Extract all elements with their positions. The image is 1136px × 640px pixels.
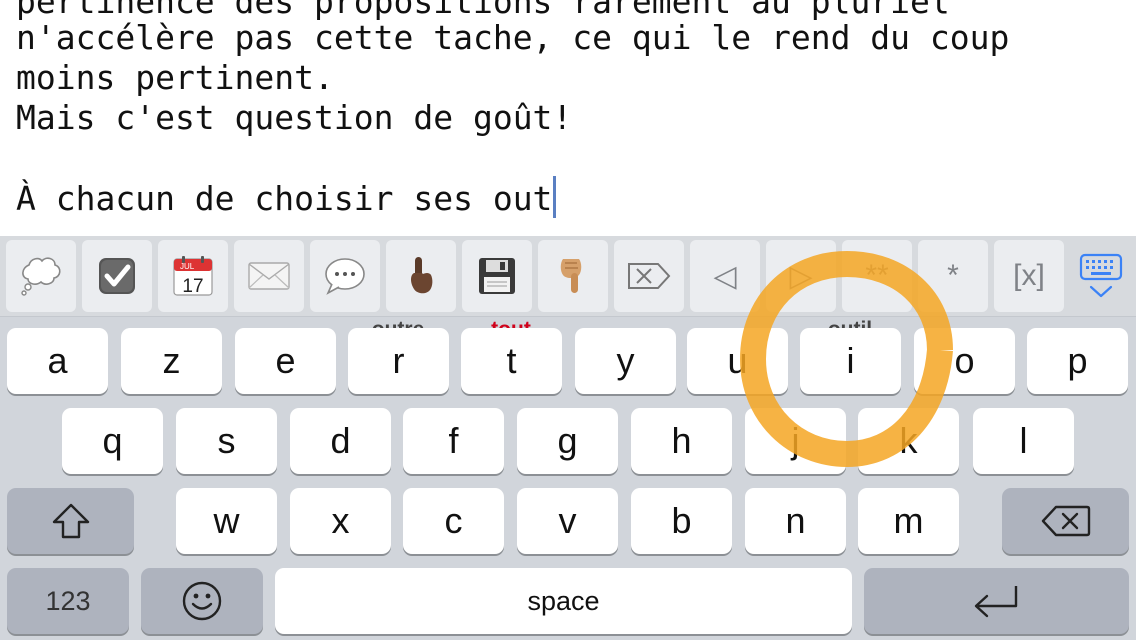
- key-u[interactable]: u: [687, 328, 788, 394]
- key-d[interactable]: d: [290, 408, 391, 474]
- key-x[interactable]: x: [290, 488, 391, 554]
- triangle-left-glyph: ◁: [713, 259, 737, 293]
- space-key[interactable]: space: [275, 568, 852, 634]
- editor-current-line: À chacun de choisir ses out: [16, 176, 557, 219]
- hand-down-icon[interactable]: [538, 240, 608, 312]
- envelope-icon[interactable]: [234, 240, 304, 312]
- key-n[interactable]: n: [745, 488, 846, 554]
- key-o[interactable]: o: [914, 328, 1015, 394]
- key-i[interactable]: i: [800, 328, 901, 394]
- italic-markup-label: *: [947, 259, 959, 292]
- backspace-key[interactable]: [1002, 488, 1129, 554]
- svg-text:JUL: JUL: [180, 262, 195, 271]
- key-m[interactable]: m: [858, 488, 959, 554]
- text-caret: [553, 176, 557, 218]
- key-b[interactable]: b: [631, 488, 732, 554]
- bold-markup-button[interactable]: **: [842, 240, 912, 312]
- key-j[interactable]: j: [745, 408, 846, 474]
- keyboard-toolbar: JUL 17 ◁ ▷ ** * [x]: [0, 236, 1136, 317]
- speech-bubble-icon[interactable]: [310, 240, 380, 312]
- key-g[interactable]: g: [517, 408, 618, 474]
- emoji-smiley-icon: [182, 581, 222, 621]
- delete-forward-icon[interactable]: [614, 240, 684, 312]
- key-h[interactable]: h: [631, 408, 732, 474]
- editor-line: Mais c'est question de goût!: [16, 98, 573, 137]
- triangle-left-icon[interactable]: ◁: [690, 240, 760, 312]
- hand-pointer-icon[interactable]: [386, 240, 456, 312]
- shift-key[interactable]: [7, 488, 134, 554]
- link-markup-label: [x]: [1013, 259, 1045, 292]
- key-y[interactable]: y: [575, 328, 676, 394]
- return-key[interactable]: [864, 568, 1129, 634]
- key-q[interactable]: q: [62, 408, 163, 474]
- key-e[interactable]: e: [235, 328, 336, 394]
- editor-line: n'accélère pas cette tache, ce qui le re…: [16, 18, 1010, 57]
- key-c[interactable]: c: [403, 488, 504, 554]
- keyboard-dismiss-icon[interactable]: [1068, 240, 1134, 312]
- key-t[interactable]: t: [461, 328, 562, 394]
- key-a[interactable]: a: [7, 328, 108, 394]
- key-v[interactable]: v: [517, 488, 618, 554]
- key-s[interactable]: s: [176, 408, 277, 474]
- key-p[interactable]: p: [1027, 328, 1128, 394]
- svg-text:17: 17: [182, 276, 203, 297]
- numbers-key[interactable]: 123: [7, 568, 129, 634]
- bold-markup-label: **: [865, 259, 889, 292]
- triangle-right-glyph: ▷: [789, 259, 813, 293]
- editor-line: À chacun de choisir ses out: [16, 179, 553, 218]
- text-editor[interactable]: pertinence des propositions rarement au …: [0, 0, 1136, 236]
- calendar-icon[interactable]: JUL 17: [158, 240, 228, 312]
- key-z[interactable]: z: [121, 328, 222, 394]
- key-f[interactable]: f: [403, 408, 504, 474]
- floppy-disk-icon[interactable]: [462, 240, 532, 312]
- keyboard: JUL 17 ◁ ▷ ** * [x] a z e r t y u i o p …: [0, 236, 1136, 640]
- italic-markup-button[interactable]: *: [918, 240, 988, 312]
- key-k[interactable]: k: [858, 408, 959, 474]
- checkbox-icon[interactable]: [82, 240, 152, 312]
- key-w[interactable]: w: [176, 488, 277, 554]
- thought-bubble-icon[interactable]: [6, 240, 76, 312]
- backspace-icon: [1041, 505, 1090, 537]
- key-r[interactable]: r: [348, 328, 449, 394]
- shift-arrow-icon: [52, 503, 89, 539]
- link-markup-button[interactable]: [x]: [994, 240, 1064, 312]
- emoji-key[interactable]: [141, 568, 263, 634]
- editor-line: moins pertinent.: [16, 58, 334, 97]
- key-l[interactable]: l: [973, 408, 1074, 474]
- return-arrow-icon: [974, 586, 1017, 618]
- triangle-right-icon[interactable]: ▷: [766, 240, 836, 312]
